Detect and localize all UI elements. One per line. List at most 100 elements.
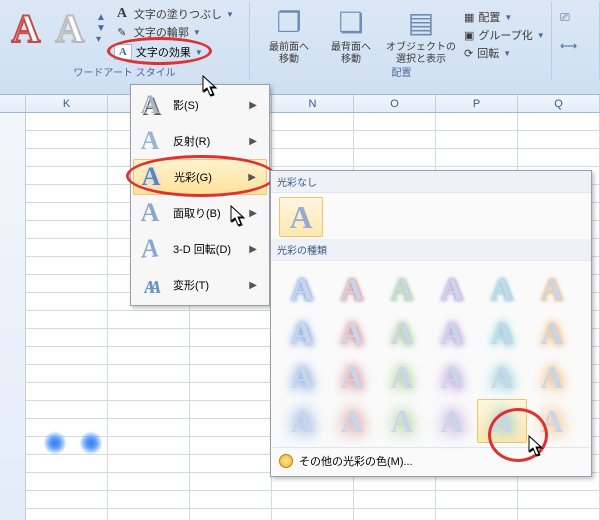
send-back-button[interactable]: ❏ 最背面へ 移動 [320,4,382,65]
align-icon: ▦ [464,11,474,24]
menu-item-label: 光彩(G) [174,169,240,185]
submenu-arrow-icon: ▶ [249,280,257,291]
glow-variant[interactable]: A [277,399,327,443]
selection-pane-icon: ▤ [403,4,439,40]
dropdown-arrow-icon: ▼ [193,28,201,37]
glow-variant[interactable]: A [277,355,327,399]
wordart-gallery-more[interactable]: ▲▼▾ [94,12,108,45]
ribbon-group-wordart: A A ▲▼▾ A 文字の塗りつぶし ▼ ✎ 文字の輪郭 ▼ A 文字の効果 [0,2,250,80]
bring-front-label: 最前面へ 移動 [269,42,309,65]
submenu-arrow-icon: ▶ [249,136,257,147]
wordart-gallery[interactable]: A A ▲▼▾ [6,4,108,52]
text-fill-button[interactable]: A 文字の塗りつぶし ▼ [114,6,234,22]
glow-gallery: AAAAAAAAAAAAAAAAAAAAAAAA [273,263,589,447]
glow-variant[interactable]: A [477,311,527,355]
text-fill-label: 文字の塗りつぶし [134,6,222,22]
row-headers[interactable] [0,113,26,520]
ribbon-group-label: 配置 [252,64,551,79]
glow-variant[interactable]: A [327,355,377,399]
glow-variant[interactable]: A [427,311,477,355]
col-header[interactable]: P [436,95,518,112]
rotate-icon: ⟳ [464,47,473,60]
menu-item-label: 3-D 回転(D) [173,241,241,257]
glow-variant[interactable]: A [377,267,427,311]
align-label: 配置 [478,9,500,25]
glow-variant[interactable]: A [427,399,477,443]
dropdown-arrow-icon: ▼ [226,10,234,19]
submenu-arrow-icon: ▶ [249,244,257,255]
selection-pane-label: オブジェクトの 選択と表示 [386,42,456,65]
menu-item-transform[interactable]: ᴀᴀ 変形(T) ▶ [133,267,267,303]
col-header[interactable]: K [26,95,108,112]
col-header[interactable]: O [354,95,436,112]
text-effects-menu: A 影(S) ▶ A 反射(R) ▶ A 光彩(G) ▶ A 面取り(B) ▶ … [130,84,270,306]
ribbon: A A ▲▼▾ A 文字の塗りつぶし ▼ ✎ 文字の輪郭 ▼ A 文字の効果 [0,0,600,95]
col-header[interactable]: N [272,95,354,112]
glow-variant[interactable]: A [477,355,527,399]
color-wheel-icon [279,454,293,468]
menu-item-label: 影(S) [173,97,241,113]
glow-variant[interactable]: A [377,355,427,399]
ribbon-group-size: ⎚⟷ [554,2,600,80]
text-effects-label: 文字の効果 [136,44,191,60]
submenu-arrow-icon: ▶ [248,172,256,183]
wordart-sample[interactable]: A [50,4,90,52]
bring-front-icon: ❐ [271,4,307,40]
glow-none-option[interactable]: A [279,197,323,237]
rotate-label: 回転 [477,45,499,61]
glow-variant[interactable]: A [527,267,577,311]
submenu-arrow-icon: ▶ [249,100,257,111]
glow-variant[interactable]: A [327,267,377,311]
text-outline-label: 文字の輪郭 [134,24,189,40]
align-button[interactable]: ▦配置 ▼ [464,9,545,25]
menu-item-glow[interactable]: A 光彩(G) ▶ [133,159,267,195]
glow-variant[interactable]: A [527,355,577,399]
wordart-sample[interactable]: A [6,4,46,52]
glow-variant[interactable]: A [327,311,377,355]
more-glow-colors-label: その他の光彩の色(M)... [299,453,413,469]
glow-variant[interactable]: A [377,399,427,443]
text-effects-button[interactable]: A 文字の効果 ▼ [114,44,234,60]
text-outline-button[interactable]: ✎ 文字の輪郭 ▼ [114,24,234,40]
send-back-label: 最背面へ 移動 [331,42,371,65]
glow-variant[interactable]: A [477,399,527,443]
submenu-header-variants: 光彩の種類 [271,239,591,261]
selection-pane-button[interactable]: ▤ オブジェクトの 選択と表示 [382,4,460,65]
wordart-shape[interactable] [80,430,102,456]
ribbon-group-label: ワードアート スタイル [0,64,249,79]
menu-item-label: 反射(R) [173,133,241,149]
group-icon: ▣ [464,29,474,42]
letter-a-fill-icon: A [114,7,130,21]
menu-item-reflection[interactable]: A 反射(R) ▶ [133,123,267,159]
glow-variant[interactable]: A [477,267,527,311]
ribbon-group-arrange: ❐ 最前面へ 移動 ❏ 最背面へ 移動 ▤ オブジェクトの 選択と表示 ▦配置 … [252,2,552,80]
glow-variant[interactable]: A [527,399,577,443]
glow-variant[interactable]: A [527,311,577,355]
menu-item-label: 面取り(B) [173,205,241,221]
glow-submenu: 光彩なし A 光彩の種類 AAAAAAAAAAAAAAAAAAAAAAAA その… [270,170,592,477]
group-label: グループ化 [478,27,532,43]
menu-item-label: 変形(T) [173,277,241,293]
menu-item-3d-rotation[interactable]: A 3-D 回転(D) ▶ [133,231,267,267]
submenu-header-none: 光彩なし [271,171,591,193]
dropdown-arrow-icon: ▼ [195,48,203,57]
pen-outline-icon: ✎ [114,25,130,39]
col-header[interactable]: Q [518,95,600,112]
more-glow-colors[interactable]: その他の光彩の色(M)... [273,447,589,474]
menu-item-bevel[interactable]: A 面取り(B) ▶ [133,195,267,231]
glow-variant[interactable]: A [427,355,477,399]
wordart-shape[interactable] [44,430,66,456]
letter-a-effects-icon: A [114,44,132,60]
glow-variant[interactable]: A [277,267,327,311]
glow-variant[interactable]: A [427,267,477,311]
rotate-button[interactable]: ⟳回転 ▼ [464,45,545,61]
column-headers: K L M N O P Q [0,95,600,113]
glow-variant[interactable]: A [277,311,327,355]
submenu-arrow-icon: ▶ [249,208,257,219]
menu-item-shadow[interactable]: A 影(S) ▶ [133,87,267,123]
group-button[interactable]: ▣グループ化 ▼ [464,27,545,43]
bring-front-button[interactable]: ❐ 最前面へ 移動 [258,4,320,65]
glow-variant[interactable]: A [327,399,377,443]
send-back-icon: ❏ [333,4,369,40]
glow-variant[interactable]: A [377,311,427,355]
